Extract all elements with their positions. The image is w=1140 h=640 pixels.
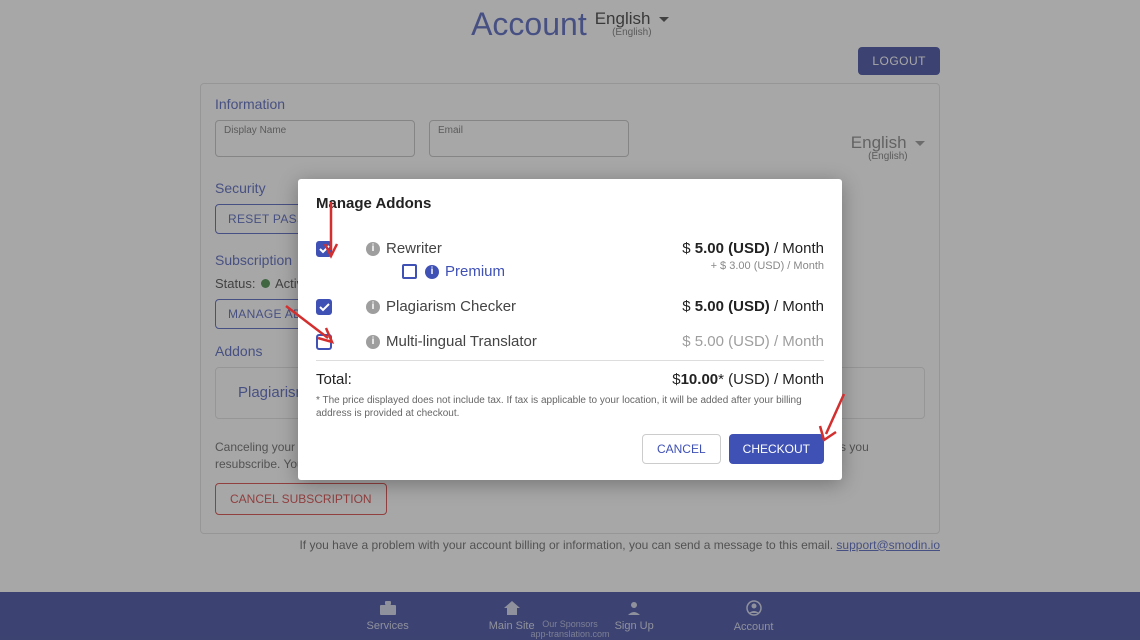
- manage-addons-modal: Manage Addons i Rewriter i Premium $ 5.0…: [298, 179, 842, 480]
- premium-checkbox[interactable]: [402, 264, 417, 279]
- addon-label: Multi-lingual Translator: [386, 333, 537, 350]
- premium-price: + $ 3.00 (USD) / Month: [682, 260, 824, 272]
- plagiarism-checkbox[interactable]: [316, 299, 332, 315]
- cancel-button[interactable]: CANCEL: [642, 434, 721, 464]
- translator-checkbox[interactable]: [316, 334, 332, 350]
- addon-row-plagiarism: i Plagiarism Checker $ 5.00 (USD) / Mont…: [316, 298, 824, 315]
- addon-price: $ 5.00 (USD) / Month: [682, 333, 824, 350]
- info-icon[interactable]: i: [366, 335, 380, 349]
- rewriter-checkbox[interactable]: [316, 241, 332, 257]
- addon-price: $ 5.00 (USD) / Month: [682, 240, 824, 257]
- price-disclaimer: * The price displayed does not include t…: [316, 394, 824, 420]
- check-icon: [319, 245, 330, 254]
- divider: [316, 360, 824, 361]
- addon-row-translator: i Multi-lingual Translator $ 5.00 (USD) …: [316, 333, 824, 350]
- checkout-button[interactable]: CHECKOUT: [729, 434, 824, 464]
- addon-price: $ 5.00 (USD) / Month: [682, 298, 824, 315]
- check-icon: [319, 303, 330, 312]
- total-label: Total:: [316, 371, 352, 388]
- addon-label: Plagiarism Checker: [386, 298, 516, 315]
- premium-label: Premium: [445, 263, 505, 280]
- total-row: Total: $10.00* (USD) / Month: [316, 371, 824, 388]
- addon-row-rewriter: i Rewriter i Premium $ 5.00 (USD) / Mont…: [316, 240, 824, 280]
- info-icon[interactable]: i: [366, 300, 380, 314]
- info-icon[interactable]: i: [425, 265, 439, 279]
- addon-label: Rewriter: [386, 240, 442, 257]
- modal-title: Manage Addons: [316, 195, 824, 212]
- total-price: $10.00* (USD) / Month: [672, 371, 824, 388]
- info-icon[interactable]: i: [366, 242, 380, 256]
